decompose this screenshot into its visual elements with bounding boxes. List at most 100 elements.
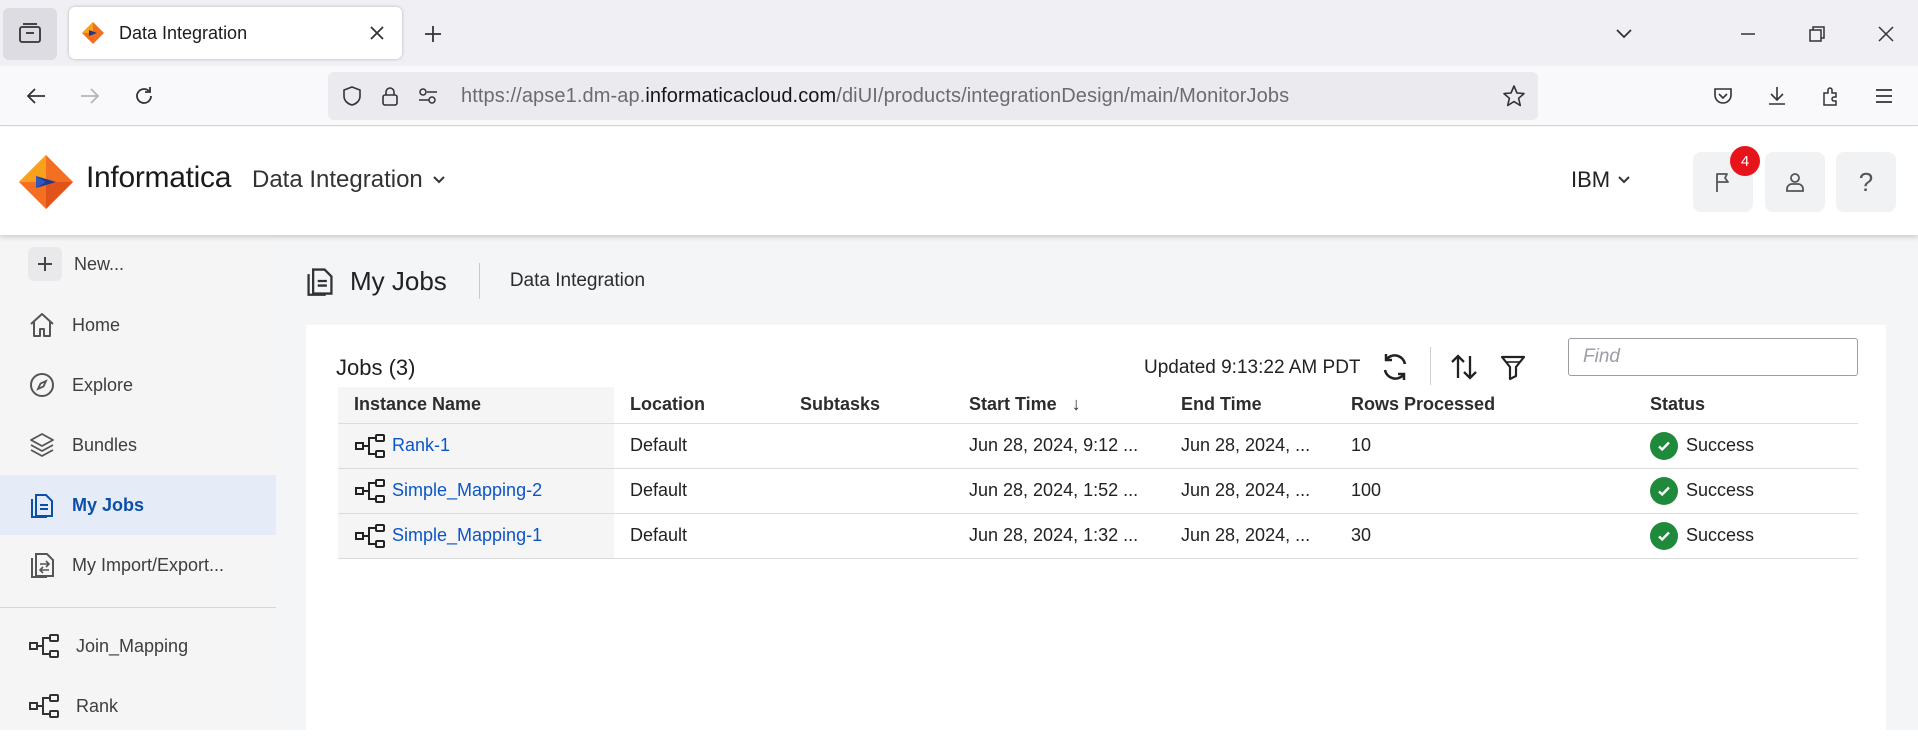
header-divider — [478, 263, 480, 299]
restore-button[interactable] — [1797, 14, 1837, 54]
sidebar-item-import-export[interactable]: My Import/Export... — [0, 535, 276, 595]
sidebar-item-explore[interactable]: Explore — [0, 355, 276, 415]
status-text: Success — [1686, 525, 1755, 545]
subtasks-cell — [784, 468, 953, 514]
job-instance-link[interactable]: Simple_Mapping-1 — [392, 525, 542, 546]
extensions-button[interactable] — [1811, 76, 1851, 116]
product-switcher[interactable]: Data Integration — [252, 166, 447, 194]
menu-button[interactable] — [1864, 76, 1904, 116]
sidebar-item-bundles[interactable]: Bundles — [0, 415, 276, 475]
mapping-icon — [355, 523, 385, 548]
column-header-instance-name[interactable]: Instance Name — [338, 387, 614, 424]
sidebar-item-home[interactable]: Home — [0, 295, 276, 355]
pocket-icon — [1714, 88, 1732, 104]
pocket-button[interactable] — [1703, 76, 1743, 116]
close-tab-icon[interactable] — [364, 20, 390, 46]
end-time-cell: Jun 28, 2024, ... — [1165, 423, 1335, 469]
page-header: My Jobs Data Integration — [304, 261, 645, 301]
lock-icon[interactable] — [376, 82, 404, 110]
chevron-down-icon — [433, 176, 445, 184]
help-icon: ? — [1858, 166, 1874, 197]
filter-icon — [1500, 355, 1526, 381]
location-cell: Default — [614, 513, 784, 559]
minimize-icon — [1741, 33, 1755, 35]
status-cell: Success — [1634, 513, 1858, 559]
job-instance-link[interactable]: Rank-1 — [392, 435, 450, 456]
notification-count-badge: 4 — [1730, 146, 1760, 176]
mapping-icon — [29, 694, 59, 718]
breadcrumb: Data Integration — [509, 270, 646, 291]
column-header-rows-processed[interactable]: Rows Processed — [1335, 387, 1634, 424]
jobs-count: Jobs (3) — [336, 355, 416, 380]
job-instance-link[interactable]: Simple_Mapping-2 — [392, 480, 542, 501]
column-header-label: Start Time — [969, 394, 1057, 415]
downloads-button[interactable] — [1757, 76, 1797, 116]
sidebar-item-label: Explore — [72, 374, 134, 395]
end-time-cell: Jun 28, 2024, ... — [1165, 468, 1335, 514]
help-button[interactable]: ? — [1836, 152, 1896, 212]
table-row: Rank-1 Default Jun 28, 2024, 9:12 ... Ju… — [338, 423, 1858, 469]
site-permissions-icon[interactable] — [414, 82, 442, 110]
column-header-end-time[interactable]: End Time — [1165, 387, 1335, 424]
sidebar-divider — [0, 607, 276, 608]
sidebar-item-label: My Jobs — [72, 494, 145, 515]
org-switcher[interactable]: IBM — [1571, 167, 1632, 193]
column-header-start-time[interactable]: Start Time ↓ — [953, 387, 1165, 424]
shield-icon[interactable] — [338, 82, 366, 110]
close-icon — [1878, 26, 1894, 42]
new-asset-button[interactable]: New... — [0, 235, 276, 293]
recent-item-rank[interactable]: Rank — [0, 676, 276, 736]
sidebar-item-label: Home — [72, 314, 121, 335]
jobs-icon — [307, 268, 333, 296]
back-button[interactable] — [16, 76, 56, 116]
column-header-status[interactable]: Status — [1634, 387, 1858, 424]
updated-timestamp: Updated 9:13:22 AM PDT — [1144, 357, 1361, 378]
browser-tab[interactable]: Data Integration — [69, 7, 402, 59]
close-window-button[interactable] — [1866, 14, 1906, 54]
main-content: My Jobs Data Integration Jobs (3) Update… — [276, 235, 1918, 745]
forward-button[interactable] — [70, 76, 110, 116]
layers-icon — [30, 433, 54, 457]
compass-icon — [30, 373, 54, 397]
status-cell: Success — [1634, 468, 1858, 514]
page-title: My Jobs — [350, 265, 447, 296]
sidebar-item-my-jobs[interactable]: My Jobs — [0, 475, 276, 535]
refresh-button[interactable] — [1375, 347, 1415, 387]
home-icon — [30, 313, 54, 337]
find-input[interactable] — [1568, 338, 1858, 376]
recent-item-join-mapping[interactable]: Join_Mapping — [0, 616, 276, 676]
tab-list-button[interactable] — [3, 8, 57, 60]
sort-button[interactable] — [1444, 347, 1484, 387]
rows-processed-cell: 30 — [1335, 513, 1634, 559]
bookmark-star-icon[interactable] — [1500, 82, 1528, 110]
filter-button[interactable] — [1493, 347, 1533, 387]
tab-overflow-button[interactable] — [1604, 14, 1644, 54]
column-header-subtasks[interactable]: Subtasks — [784, 387, 953, 424]
table-header-row: Instance Name Location Subtasks Start Ti… — [338, 387, 1858, 424]
url-text[interactable]: https://apse1.dm-ap.informaticacloud.com… — [461, 85, 1289, 108]
user-profile-button[interactable] — [1765, 152, 1825, 212]
status-cell: Success — [1634, 423, 1858, 469]
location-cell: Default — [614, 423, 784, 469]
new-tab-button[interactable] — [418, 19, 448, 49]
import-export-icon — [31, 553, 54, 578]
table-row: Simple_Mapping-2 Default Jun 28, 2024, 1… — [338, 468, 1858, 514]
location-cell: Default — [614, 468, 784, 514]
new-label: New... — [74, 253, 125, 274]
recent-item-label: Join_Mapping — [76, 635, 189, 656]
minimize-button[interactable] — [1728, 14, 1768, 54]
chevron-down-icon — [1616, 29, 1632, 39]
column-header-location[interactable]: Location — [614, 387, 784, 424]
address-bar[interactable]: https://apse1.dm-ap.informaticacloud.com… — [328, 72, 1538, 120]
user-icon — [1786, 173, 1804, 192]
rows-processed-cell: 100 — [1335, 468, 1634, 514]
mapping-icon — [355, 433, 385, 458]
sort-desc-icon: ↓ — [1071, 394, 1081, 415]
success-check-icon — [1650, 476, 1678, 505]
brand-name: Informatica — [86, 161, 232, 194]
status-text: Success — [1686, 480, 1755, 500]
reload-button[interactable] — [124, 76, 164, 116]
sidebar: New... Home Explore Bundles My Jobs My I… — [0, 235, 276, 730]
start-time-cell: Jun 28, 2024, 1:52 ... — [953, 468, 1165, 514]
subtasks-cell — [784, 513, 953, 559]
